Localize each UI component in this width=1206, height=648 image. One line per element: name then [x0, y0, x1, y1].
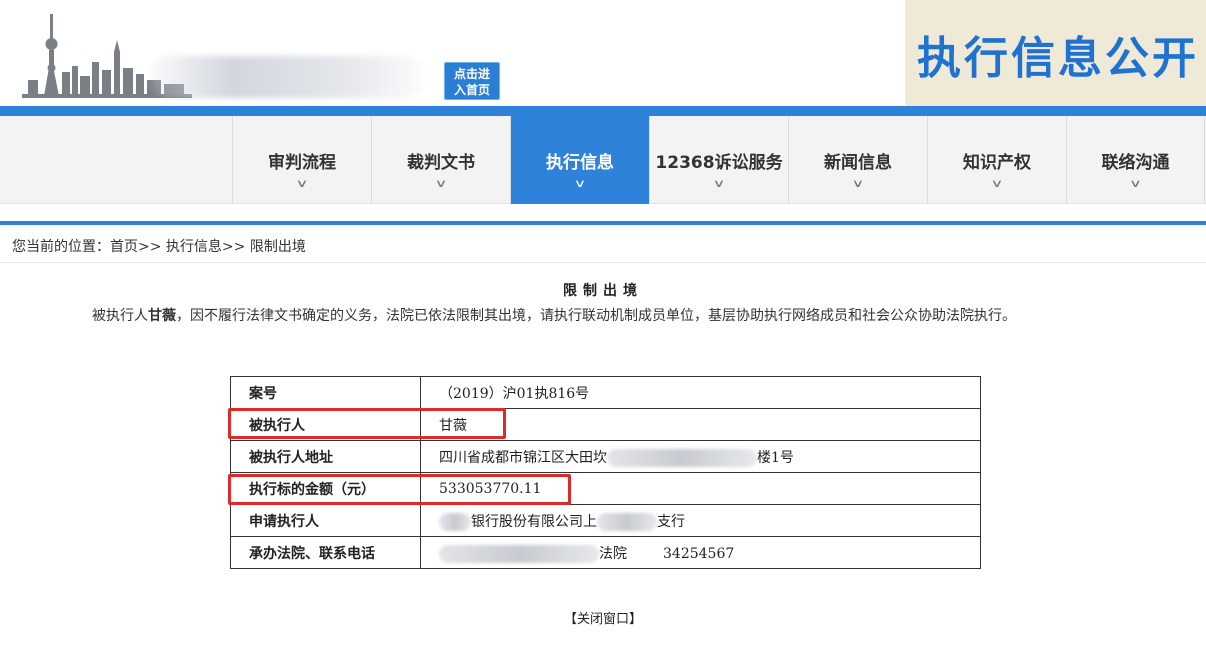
row-key: 案号 [230, 376, 421, 409]
section-title-box: 执行信息公开 [905, 0, 1206, 106]
row-value: 银行股份有限公司上 支行 [420, 504, 981, 537]
section-title: 执行信息公开 [917, 33, 1199, 84]
table-row: 申请执行人 银行股份有限公司上 支行 [230, 504, 981, 537]
redacted-text [597, 512, 657, 531]
nav-item-judgments[interactable]: 裁判文书 ∨ [371, 116, 510, 204]
close-window-link[interactable]: 【关闭窗口】 [0, 608, 1206, 627]
breadcrumb-divider [0, 262, 1206, 263]
redacted-text [439, 512, 471, 531]
row-value: （2019）沪01执816号 [420, 376, 981, 409]
main-nav: 审判流程 ∨ 裁判文书 ∨ 执行信息 ∨ 12368诉讼服务 ∨ 新闻信息 ∨ … [0, 116, 1206, 204]
row-key: 被执行人地址 [230, 440, 421, 473]
nav-item-news[interactable]: 新闻信息 ∨ [788, 116, 927, 204]
table-row: 承办法院、联系电话 法院 34254567 [230, 536, 981, 569]
row-value: 四川省成都市锦江区大田坎 楼1号 [420, 440, 981, 473]
nav-item-ip[interactable]: 知识产权 ∨ [927, 116, 1066, 204]
redacted-text [439, 544, 599, 563]
table-row: 被执行人地址 四川省成都市锦江区大田坎 楼1号 [230, 440, 981, 473]
redacted-court-name [150, 56, 425, 98]
nav-item-trial-process[interactable]: 审判流程 ∨ [232, 116, 371, 204]
case-info-table: 案号 （2019）沪01执816号 被执行人 甘薇 被执行人地址 四川省成都市锦… [230, 376, 981, 569]
row-key: 承办法院、联系电话 [230, 536, 421, 569]
home-button[interactable]: 点击进 入首页 [444, 62, 500, 100]
chevron-down-icon: ∨ [1129, 177, 1142, 190]
highlight-amount-row [228, 474, 571, 505]
debtor-name: 甘薇 [148, 308, 176, 324]
row-key: 申请执行人 [230, 504, 421, 537]
content-divider [0, 221, 1206, 225]
article-title: 限制出境 [563, 283, 643, 299]
row-value: 法院 34254567 [420, 536, 981, 569]
nav-item-12368-service[interactable]: 12368诉讼服务 ∨ [649, 116, 788, 204]
header-banner: 点击进 入首页 执行信息公开 [0, 0, 1206, 106]
redacted-text [607, 448, 757, 467]
table-row: 案号 （2019）沪01执816号 [230, 376, 981, 409]
nav-item-execution-info[interactable]: 执行信息 ∨ [510, 116, 649, 204]
nav-item-contact[interactable]: 联络沟通 ∨ [1066, 116, 1205, 204]
highlight-debtor-row [228, 408, 506, 439]
banner-divider [0, 106, 1206, 116]
article-paragraph: 被执行人甘薇，因不履行法律文书确定的义务，法院已依法限制其出境，请执行联动机制成… [92, 308, 1016, 324]
breadcrumb: 您当前的位置：首页>> 执行信息>> 限制出境 [12, 239, 306, 255]
